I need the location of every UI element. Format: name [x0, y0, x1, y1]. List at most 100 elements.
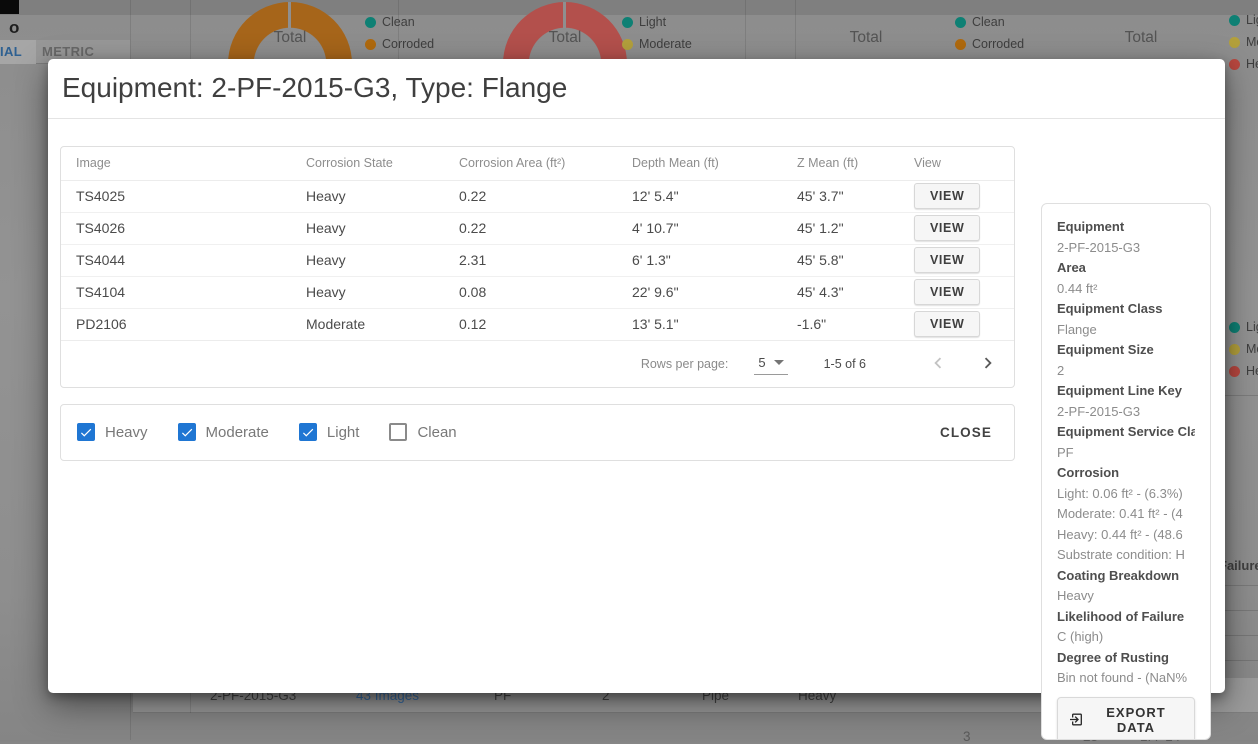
next-page-button[interactable]	[976, 352, 1000, 376]
table-row: TS4104 Heavy 0.08 22' 9.6" 45' 4.3" VIEW	[61, 276, 1014, 308]
equipment-detail-panel: Equipment 2-PF-2015-G3 Area 0.44 ft² Equ…	[1041, 203, 1211, 740]
cell-image: TS4026	[61, 212, 291, 244]
view-button[interactable]: VIEW	[914, 215, 980, 241]
tab-aerial[interactable]: IAL	[0, 44, 22, 59]
detail-label: Likelihood of Failure	[1057, 607, 1195, 628]
cell-image: TS4025	[61, 180, 291, 212]
divider	[1225, 660, 1258, 661]
moderate-dot-icon	[1229, 37, 1240, 48]
view-button[interactable]: VIEW	[914, 247, 980, 273]
view-button[interactable]: VIEW	[914, 279, 980, 305]
table-pagination: Rows per page: 5 1-5 of 6	[61, 341, 1014, 387]
detail-value: 2-PF-2015-G3	[1057, 402, 1195, 423]
cell-image: TS4044	[61, 244, 291, 276]
filter-heavy[interactable]: Heavy	[77, 423, 148, 441]
col-image: Image	[61, 147, 291, 180]
view-button[interactable]: VIEW	[914, 183, 980, 209]
cell-z: 45' 4.3"	[782, 276, 899, 308]
detail-label: Area	[1057, 258, 1195, 279]
legend-item: Clean	[365, 15, 415, 29]
divider	[1225, 395, 1258, 396]
cell-image: TS4104	[61, 276, 291, 308]
light-dot-icon	[1229, 322, 1240, 333]
col-corrosion-area: Corrosion Area (ft²)	[444, 147, 617, 180]
cell-z: -1.6"	[782, 308, 899, 340]
detail-label: Equipment	[1057, 217, 1195, 238]
donut-center-label: Total	[1101, 29, 1181, 47]
images-table-card: Image Corrosion State Corrosion Area (ft…	[60, 146, 1015, 388]
images-table: Image Corrosion State Corrosion Area (ft…	[61, 147, 1014, 341]
detail-value: Moderate: 0.41 ft² - (4	[1057, 504, 1195, 525]
col-z-mean: Z Mean (ft)	[782, 147, 899, 180]
detail-value: C (high)	[1057, 627, 1195, 648]
table-row: TS4044 Heavy 2.31 6' 1.3" 45' 5.8" VIEW	[61, 244, 1014, 276]
detail-value: 2-PF-2015-G3	[1057, 238, 1195, 259]
legend-item: Clean	[955, 15, 1005, 29]
detail-label: Equipment Service Cla	[1057, 422, 1195, 443]
cell-depth: 12' 5.4"	[617, 180, 782, 212]
logo-mark	[0, 0, 19, 14]
dialog-title: Equipment: 2-PF-2015-G3, Type: Flange	[48, 59, 1225, 118]
rows-per-page-value: 5	[758, 355, 765, 370]
chevron-left-icon	[927, 352, 949, 374]
bg-partial-value: 3	[963, 729, 971, 744]
detail-label: Equipment Class	[1057, 299, 1195, 320]
cell-depth: 13' 5.1"	[617, 308, 782, 340]
heavy-dot-icon	[1229, 366, 1240, 377]
clean-dot-icon	[365, 17, 376, 28]
legend-item: Mo	[1229, 342, 1258, 356]
detail-label: Degree of Rusting	[1057, 648, 1195, 669]
cell-area: 0.22	[444, 212, 617, 244]
heavy-dot-icon	[1229, 59, 1240, 70]
filter-clean[interactable]: Clean	[389, 423, 456, 441]
cell-z: 45' 5.8"	[782, 244, 899, 276]
export-data-button[interactable]: EXPORT DATA	[1057, 697, 1195, 741]
legend-item: Lig	[1229, 320, 1258, 334]
donut-gap	[563, 2, 566, 28]
corroded-dot-icon	[365, 39, 376, 50]
cell-state: Heavy	[291, 244, 444, 276]
cell-depth: 6' 1.3"	[617, 244, 782, 276]
donut-center-label: Total	[826, 29, 906, 47]
donut-gap	[288, 2, 291, 28]
view-button[interactable]: VIEW	[914, 311, 980, 337]
legend-item: Corroded	[365, 37, 434, 51]
cell-state: Heavy	[291, 180, 444, 212]
previous-page-button[interactable]	[926, 352, 950, 376]
filter-light[interactable]: Light	[299, 423, 360, 441]
legend-item: He	[1229, 364, 1258, 378]
moderate-dot-icon	[1229, 344, 1240, 355]
donut-center-label: Total	[250, 29, 330, 47]
close-button[interactable]: CLOSE	[934, 417, 998, 448]
detail-value: Light: 0.06 ft² - (6.3%)	[1057, 484, 1195, 505]
detail-value: Heavy: 0.44 ft² - (48.6	[1057, 525, 1195, 546]
caret-down-icon	[774, 360, 784, 365]
detail-label: Equipment Line Key	[1057, 381, 1195, 402]
tab-metric[interactable]: METRIC	[42, 44, 94, 59]
rows-per-page-select[interactable]: 5	[754, 353, 787, 375]
light-dot-icon	[1229, 15, 1240, 26]
panel-divider	[795, 0, 796, 59]
filter-moderate[interactable]: Moderate	[178, 423, 269, 441]
pagination-range: 1-5 of 6	[824, 357, 866, 371]
cell-image: PD2106	[61, 308, 291, 340]
cell-area: 0.08	[444, 276, 617, 308]
cell-state: Moderate	[291, 308, 444, 340]
checkbox-heavy[interactable]	[77, 423, 95, 441]
checkbox-moderate[interactable]	[178, 423, 196, 441]
legend-item: Lig	[1229, 13, 1258, 27]
detail-label: Corrosion	[1057, 463, 1195, 484]
cell-depth: 4' 10.7"	[617, 212, 782, 244]
cell-z: 45' 3.7"	[782, 180, 899, 212]
col-corrosion-state: Corrosion State	[291, 147, 444, 180]
checkbox-light[interactable]	[299, 423, 317, 441]
table-row: TS4025 Heavy 0.22 12' 5.4" 45' 3.7" VIEW	[61, 180, 1014, 212]
equipment-dialog: Equipment: 2-PF-2015-G3, Type: Flange Im…	[48, 59, 1225, 693]
table-row: TS4026 Heavy 0.22 4' 10.7" 45' 1.2" VIEW	[61, 212, 1014, 244]
legend-item: He	[1229, 57, 1258, 71]
divider	[1225, 635, 1258, 636]
legend-item: Mo	[1229, 35, 1258, 49]
checkbox-clean[interactable]	[389, 423, 407, 441]
divider	[1225, 585, 1258, 586]
detail-value: PF	[1057, 443, 1195, 464]
